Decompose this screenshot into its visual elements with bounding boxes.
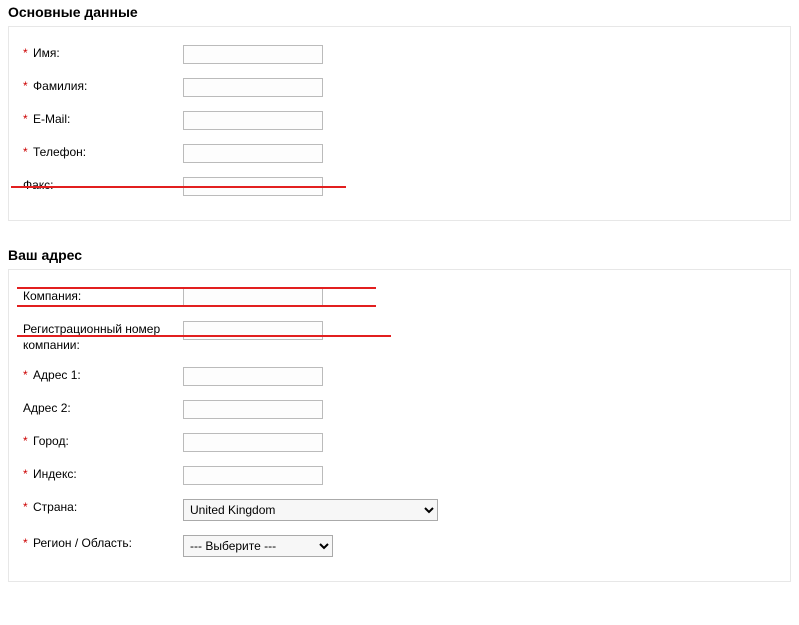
input-address2[interactable]	[183, 400, 323, 419]
fieldset-address: Компания: Регистрационный номер компании…	[8, 269, 791, 582]
section-heading-main: Основные данные	[0, 0, 799, 26]
select-region[interactable]: --- Выберите ---	[183, 535, 333, 557]
input-company[interactable]	[183, 288, 323, 307]
label-address1: * Адрес 1:	[23, 367, 183, 383]
label-fax: Факс:	[23, 177, 183, 193]
row-phone: * Телефон:	[23, 144, 776, 163]
input-email[interactable]	[183, 111, 323, 130]
row-address1: * Адрес 1:	[23, 367, 776, 386]
row-address2: Адрес 2:	[23, 400, 776, 419]
input-address1[interactable]	[183, 367, 323, 386]
row-postcode: * Индекс:	[23, 466, 776, 485]
input-fax[interactable]	[183, 177, 323, 196]
row-region: * Регион / Область: --- Выберите ---	[23, 535, 776, 557]
input-name[interactable]	[183, 45, 323, 64]
row-city: * Город:	[23, 433, 776, 452]
label-phone: * Телефон:	[23, 144, 183, 160]
label-company: Компания:	[23, 288, 183, 304]
input-postcode[interactable]	[183, 466, 323, 485]
input-company-reg[interactable]	[183, 321, 323, 340]
label-city: * Город:	[23, 433, 183, 449]
input-surname[interactable]	[183, 78, 323, 97]
label-surname: * Фамилия:	[23, 78, 183, 94]
fieldset-main: * Имя: * Фамилия: * E-Mail: * Телефон: Ф…	[8, 26, 791, 221]
label-company-reg: Регистрационный номер компании:	[23, 321, 183, 353]
row-fax: Факс:	[23, 177, 776, 196]
row-email: * E-Mail:	[23, 111, 776, 130]
select-country[interactable]: United Kingdom	[183, 499, 438, 521]
input-phone[interactable]	[183, 144, 323, 163]
row-name: * Имя:	[23, 45, 776, 64]
label-email: * E-Mail:	[23, 111, 183, 127]
row-company: Компания:	[23, 288, 776, 307]
section-heading-address: Ваш адрес	[0, 243, 799, 269]
label-country: * Страна:	[23, 499, 183, 515]
label-region: * Регион / Область:	[23, 535, 183, 551]
label-address2: Адрес 2:	[23, 400, 183, 416]
label-postcode: * Индекс:	[23, 466, 183, 482]
row-company-reg: Регистрационный номер компании:	[23, 321, 776, 353]
label-name: * Имя:	[23, 45, 183, 61]
row-surname: * Фамилия:	[23, 78, 776, 97]
input-city[interactable]	[183, 433, 323, 452]
row-country: * Страна: United Kingdom	[23, 499, 776, 521]
